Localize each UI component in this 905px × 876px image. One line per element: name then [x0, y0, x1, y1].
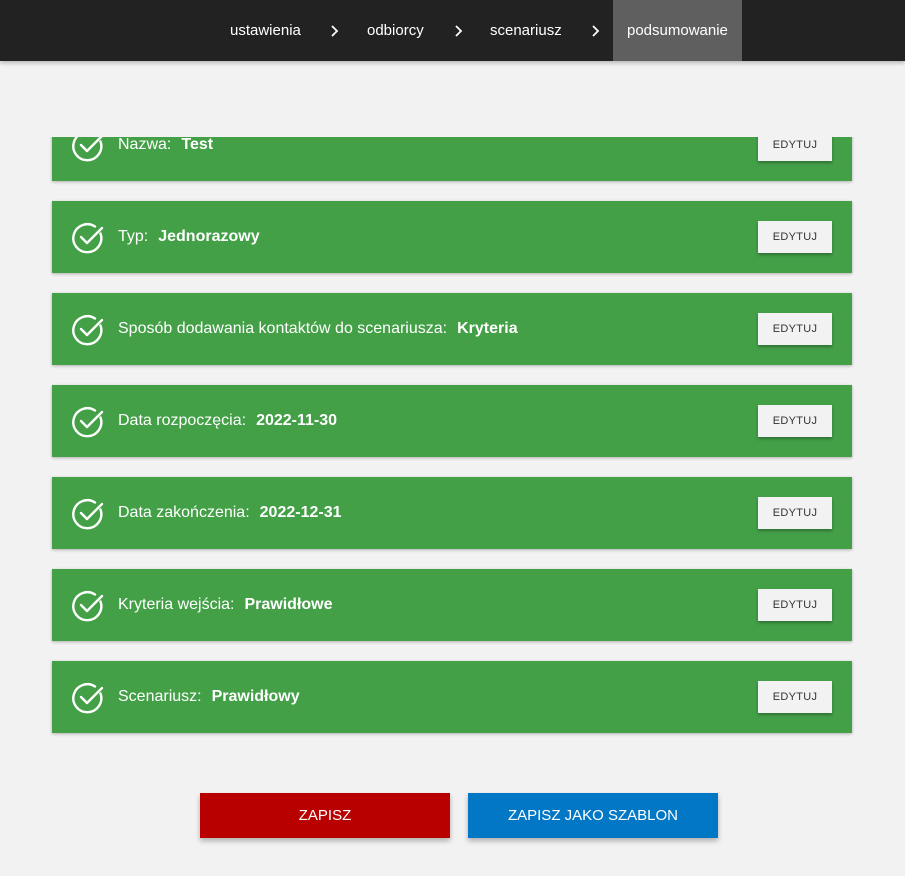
check-circle-icon	[72, 591, 104, 622]
summary-item-label: Typ:	[118, 228, 149, 245]
summary-item-label: Data rozpoczęcia:	[118, 412, 247, 429]
check-circle-icon	[72, 499, 104, 530]
summary-item-sposob-dodawania: Sposób dodawania kontaktów do scenariusz…	[52, 293, 852, 365]
wizard-stepper: ustawienia odbiorcy scenariusz podsumowa…	[0, 0, 905, 61]
edit-nazwa-button[interactable]: EDYTUJ	[758, 137, 832, 161]
check-circle-icon	[72, 223, 104, 254]
edit-data-rozpoczecia-button[interactable]: EDYTUJ	[758, 405, 832, 437]
summary-item-text: Sposób dodawania kontaktów do scenariusz…	[118, 293, 518, 365]
check-circle-icon	[72, 315, 104, 346]
save-as-template-button[interactable]: ZAPISZ JAKO SZABLON	[468, 793, 718, 838]
edit-sposob-dodawania-button[interactable]: EDYTUJ	[758, 313, 832, 345]
summary-item-value: 2022-12-31	[259, 504, 342, 521]
check-circle-icon	[72, 137, 103, 162]
summary-item-value: Test	[181, 137, 214, 153]
summary-item-nazwa: Nazwa: Test EDYTUJ	[52, 137, 852, 181]
summary-item-data-zakonczenia: Data zakończenia: 2022-12-31 EDYTUJ	[52, 477, 852, 549]
summary-item-text: Kryteria wejścia: Prawidłowe	[118, 569, 333, 641]
summary-item-label: Scenariusz:	[118, 688, 202, 705]
summary-item-kryteria-wejscia: Kryteria wejścia: Prawidłowe EDYTUJ	[52, 569, 852, 641]
summary-item-value: Jednorazowy	[158, 228, 260, 245]
summary-item-label: Sposób dodawania kontaktów do scenariusz…	[118, 320, 448, 337]
summary-item-value: Kryteria	[457, 320, 518, 337]
summary-item-text: Nazwa: Test	[118, 137, 213, 181]
save-button[interactable]: ZAPISZ	[200, 793, 450, 838]
summary-item-data-rozpoczecia: Data rozpoczęcia: 2022-11-30 EDYTUJ	[52, 385, 852, 457]
summary-item-scenariusz: Scenariusz: Prawidłowy EDYTUJ	[52, 661, 852, 733]
check-circle-icon	[72, 407, 104, 438]
chevron-right-icon	[592, 25, 600, 37]
step-ustawienia[interactable]: ustawienia	[230, 0, 301, 61]
summary-item-label: Nazwa:	[118, 137, 172, 153]
check-circle-icon	[72, 683, 104, 714]
summary-list[interactable]: Nazwa: Test EDYTUJ Typ: Jednorazowy EDYTUJ…	[0, 137, 905, 757]
step-scenariusz[interactable]: scenariusz	[490, 0, 562, 61]
summary-item-text: Scenariusz: Prawidłowy	[118, 661, 300, 733]
summary-item-value: Prawidłowy	[211, 688, 300, 705]
step-podsumowanie[interactable]: podsumowanie	[613, 0, 742, 61]
summary-item-value: 2022-11-30	[256, 412, 338, 429]
summary-item-label: Data zakończenia:	[118, 504, 250, 521]
step-odbiorcy[interactable]: odbiorcy	[367, 0, 424, 61]
summary-item-text: Data rozpoczęcia: 2022-11-30	[118, 385, 337, 457]
summary-item-typ: Typ: Jednorazowy EDYTUJ	[52, 201, 852, 273]
edit-typ-button[interactable]: EDYTUJ	[758, 221, 832, 253]
edit-data-zakonczenia-button[interactable]: EDYTUJ	[758, 497, 832, 529]
summary-item-label: Kryteria wejścia:	[118, 596, 235, 613]
chevron-right-icon	[331, 25, 339, 37]
edit-kryteria-wejscia-button[interactable]: EDYTUJ	[758, 589, 832, 621]
summary-item-text: Data zakończenia: 2022-12-31	[118, 477, 341, 549]
summary-item-value: Prawidłowe	[244, 596, 333, 613]
edit-scenariusz-button[interactable]: EDYTUJ	[758, 681, 832, 713]
chevron-right-icon	[455, 25, 463, 37]
summary-item-text: Typ: Jednorazowy	[118, 201, 260, 273]
